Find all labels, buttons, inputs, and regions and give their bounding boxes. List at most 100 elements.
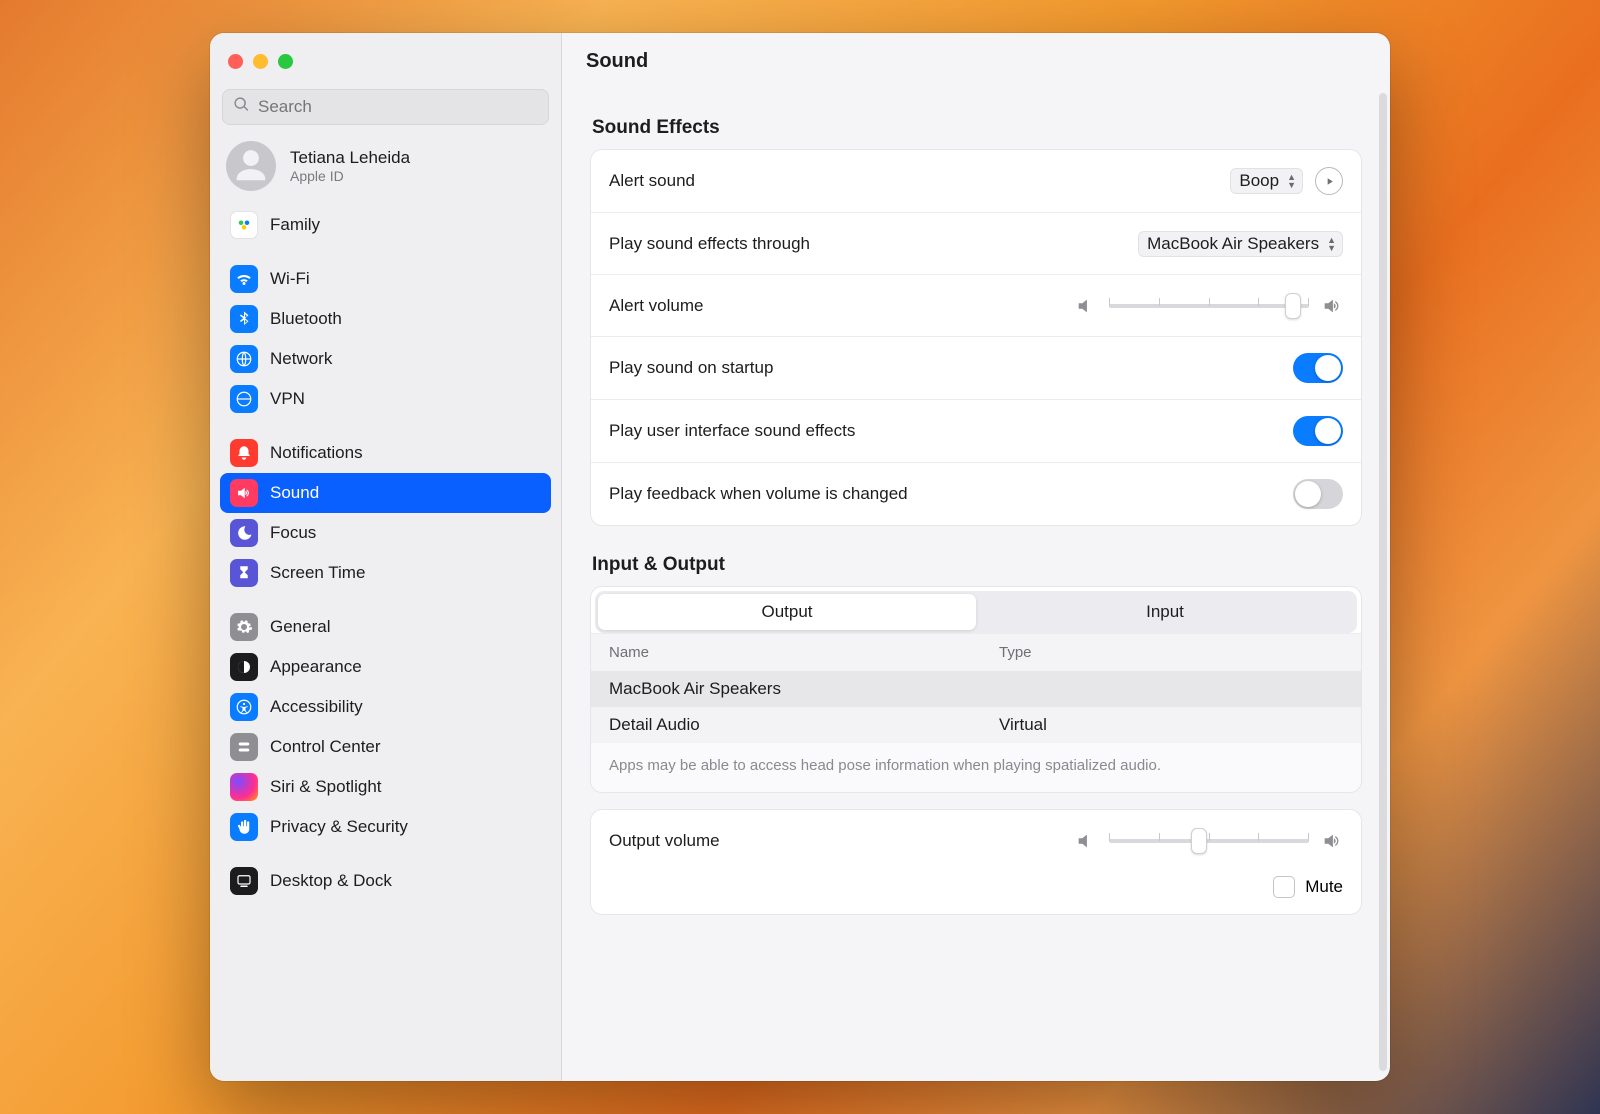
sidebar-item-label: Bluetooth: [270, 309, 342, 329]
bluetooth-icon: [230, 305, 258, 333]
tab-input[interactable]: Input: [976, 594, 1354, 630]
avatar-icon: [226, 141, 276, 191]
speaker-low-icon: [1075, 295, 1097, 317]
io-card: Output Input Name Type MacBook Air Speak…: [590, 586, 1362, 793]
vpn-icon: [230, 385, 258, 413]
mute-checkbox[interactable]: [1273, 876, 1295, 898]
window-controls: [210, 33, 561, 89]
speaker-high-icon: [1321, 830, 1343, 852]
alert-sound-label: Alert sound: [609, 171, 695, 191]
siri-icon: [230, 773, 258, 801]
section-sound-effects: Sound Effects: [592, 117, 1360, 139]
bell-icon: [230, 439, 258, 467]
alert-volume-slider[interactable]: [1109, 296, 1309, 316]
chevron-up-down-icon: ▲▼: [1285, 173, 1298, 189]
sidebar-item-label: Control Center: [270, 737, 381, 757]
speaker-low-icon: [1075, 830, 1097, 852]
search-icon: [233, 96, 250, 118]
device-table-note: Apps may be able to access head pose inf…: [591, 743, 1361, 792]
network-icon: [230, 345, 258, 373]
maximize-window-button[interactable]: [278, 54, 293, 69]
hourglass-icon: [230, 559, 258, 587]
sidebar-item-desktop-dock[interactable]: Desktop & Dock: [220, 861, 551, 901]
sidebar: Tetiana Leheida Apple ID Family Wi-Fi Bl…: [210, 33, 562, 1081]
column-type: Type: [999, 644, 1343, 661]
search-input[interactable]: [258, 97, 538, 117]
sidebar-item-general[interactable]: General: [220, 607, 551, 647]
device-table-header: Name Type: [591, 633, 1361, 671]
tab-output[interactable]: Output: [598, 594, 976, 630]
close-window-button[interactable]: [228, 54, 243, 69]
gear-icon: [230, 613, 258, 641]
play-through-select[interactable]: MacBook Air Speakers ▲▼: [1138, 231, 1343, 257]
chevron-up-down-icon: ▲▼: [1325, 236, 1338, 252]
settings-window: Tetiana Leheida Apple ID Family Wi-Fi Bl…: [210, 33, 1390, 1081]
sidebar-item-appearance[interactable]: Appearance: [220, 647, 551, 687]
hand-icon: [230, 813, 258, 841]
sound-icon: [230, 479, 258, 507]
output-volume-card: Output volume Mute: [590, 809, 1362, 915]
column-name: Name: [609, 644, 999, 661]
sidebar-item-control-center[interactable]: Control Center: [220, 727, 551, 767]
sidebar-item-label: VPN: [270, 389, 305, 409]
device-row[interactable]: MacBook Air Speakers: [591, 671, 1361, 707]
sliders-icon: [230, 733, 258, 761]
volume-feedback-toggle[interactable]: [1293, 479, 1343, 509]
accessibility-icon: [230, 693, 258, 721]
sidebar-nav: Family Wi-Fi Bluetooth Network VPN: [210, 205, 561, 1081]
family-icon: [230, 211, 258, 239]
ui-sounds-toggle[interactable]: [1293, 416, 1343, 446]
section-input-output: Input & Output: [592, 554, 1360, 576]
sidebar-item-bluetooth[interactable]: Bluetooth: [220, 299, 551, 339]
dock-icon: [230, 867, 258, 895]
wifi-icon: [230, 265, 258, 293]
account-subtitle: Apple ID: [290, 168, 410, 184]
sidebar-item-vpn[interactable]: VPN: [220, 379, 551, 419]
search-field[interactable]: [222, 89, 549, 125]
ui-sounds-label: Play user interface sound effects: [609, 421, 855, 441]
sidebar-item-label: Focus: [270, 523, 316, 543]
appearance-icon: [230, 653, 258, 681]
scrollbar[interactable]: [1379, 93, 1387, 1071]
content-scroll[interactable]: Sound Effects Alert sound Boop ▲▼: [562, 89, 1390, 1081]
sidebar-item-notifications[interactable]: Notifications: [220, 433, 551, 473]
sidebar-item-wifi[interactable]: Wi-Fi: [220, 259, 551, 299]
io-segmented-control: Output Input: [595, 591, 1357, 633]
sidebar-item-label: Desktop & Dock: [270, 871, 392, 891]
speaker-high-icon: [1321, 295, 1343, 317]
alert-sound-select[interactable]: Boop ▲▼: [1230, 168, 1303, 194]
sidebar-item-label: Network: [270, 349, 332, 369]
sidebar-item-label: Wi-Fi: [270, 269, 310, 289]
device-row[interactable]: Detail Audio Virtual: [591, 707, 1361, 743]
sidebar-item-accessibility[interactable]: Accessibility: [220, 687, 551, 727]
sidebar-item-network[interactable]: Network: [220, 339, 551, 379]
sidebar-item-label: Screen Time: [270, 563, 365, 583]
account-name: Tetiana Leheida: [290, 148, 410, 168]
content-pane: Sound Sound Effects Alert sound Boop ▲▼: [562, 33, 1390, 1081]
sidebar-item-label: Accessibility: [270, 697, 363, 717]
page-title: Sound: [562, 33, 1390, 89]
minimize-window-button[interactable]: [253, 54, 268, 69]
sidebar-item-sound[interactable]: Sound: [220, 473, 551, 513]
account-row[interactable]: Tetiana Leheida Apple ID: [210, 135, 561, 205]
sidebar-item-label: Family: [270, 215, 320, 235]
sidebar-item-label: Siri & Spotlight: [270, 777, 382, 797]
sidebar-item-privacy-security[interactable]: Privacy & Security: [220, 807, 551, 847]
sidebar-item-label: Privacy & Security: [270, 817, 408, 837]
sidebar-item-family[interactable]: Family: [220, 205, 551, 245]
output-volume-label: Output volume: [609, 831, 720, 851]
sidebar-item-siri-spotlight[interactable]: Siri & Spotlight: [220, 767, 551, 807]
play-alert-button[interactable]: [1315, 167, 1343, 195]
volume-feedback-label: Play feedback when volume is changed: [609, 484, 908, 504]
sidebar-item-label: Notifications: [270, 443, 363, 463]
alert-volume-label: Alert volume: [609, 296, 703, 316]
sidebar-item-focus[interactable]: Focus: [220, 513, 551, 553]
sidebar-item-label: Appearance: [270, 657, 362, 677]
sidebar-item-screen-time[interactable]: Screen Time: [220, 553, 551, 593]
startup-sound-toggle[interactable]: [1293, 353, 1343, 383]
moon-icon: [230, 519, 258, 547]
sidebar-item-label: Sound: [270, 483, 319, 503]
output-volume-slider[interactable]: [1109, 831, 1309, 851]
mute-label: Mute: [1305, 877, 1343, 897]
play-through-label: Play sound effects through: [609, 234, 810, 254]
